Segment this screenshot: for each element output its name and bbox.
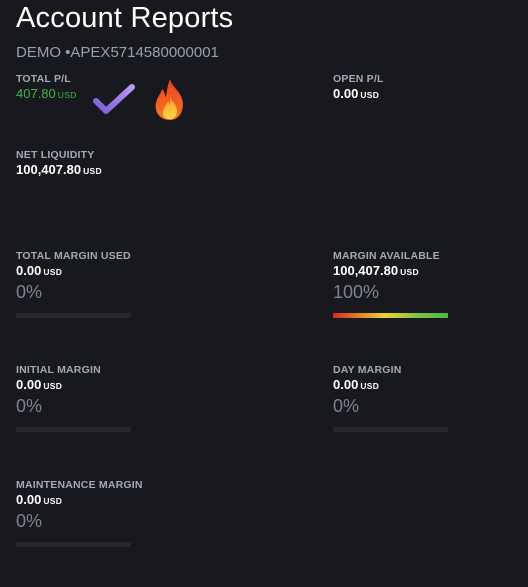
- open-pl-unit: USD: [360, 90, 380, 100]
- total-margin-used-unit: USD: [43, 267, 63, 277]
- initial-margin-metric: INITIAL MARGIN 0.00 USD 0%: [16, 364, 216, 432]
- day-margin-label: DAY MARGIN: [333, 364, 402, 376]
- initial-margin-percent: 0%: [16, 396, 43, 416]
- total-margin-used-label: TOTAL MARGIN USED: [16, 250, 131, 262]
- maintenance-margin-bar: [16, 542, 131, 547]
- page-title: Account Reports: [16, 2, 234, 34]
- total-pl-unit: USD: [57, 90, 77, 100]
- maintenance-margin-value: 0.00: [16, 492, 42, 507]
- day-margin-unit: USD: [360, 381, 380, 391]
- checkmark-icon: [93, 84, 135, 114]
- total-margin-used-bar: [16, 313, 131, 318]
- margin-available-percent: 100%: [333, 282, 380, 302]
- initial-margin-value-row: 0.00 USD: [16, 377, 216, 394]
- open-pl-value-row: 0.00 USD: [333, 86, 528, 103]
- initial-margin-value: 0.00: [16, 377, 42, 392]
- initial-margin-label: INITIAL MARGIN: [16, 364, 101, 376]
- fire-icon: [155, 79, 183, 120]
- account-id: DEMO •APEX5714580000001: [16, 44, 219, 61]
- maintenance-margin-unit: USD: [43, 496, 63, 506]
- margin-available-unit: USD: [400, 267, 419, 277]
- maintenance-margin-metric: MAINTENANCE MARGIN 0.00 USD 0%: [16, 479, 216, 547]
- total-margin-used-percent: 0%: [16, 282, 43, 302]
- margin-available-value: 100,407.80: [333, 263, 399, 278]
- total-pl-value: 407.80: [16, 86, 56, 101]
- margin-available-bar-fill: [333, 313, 448, 318]
- day-margin-bar: [333, 427, 448, 432]
- net-liquidity-value: 100,407.80: [16, 162, 82, 177]
- total-margin-used-value: 0.00: [16, 263, 42, 278]
- day-margin-value: 0.00: [333, 377, 359, 392]
- maintenance-margin-label: MAINTENANCE MARGIN: [16, 479, 143, 491]
- net-liquidity-value-row: 100,407.80 USD: [16, 162, 216, 179]
- total-margin-used-value-row: 0.00 USD: [16, 263, 216, 280]
- open-pl-metric: OPEN P/L 0.00 USD: [333, 73, 528, 103]
- margin-available-metric: MARGIN AVAILABLE 100,407.80 USD 100%: [333, 250, 528, 318]
- initial-margin-unit: USD: [43, 381, 63, 391]
- margin-available-value-row: 100,407.80 USD: [333, 263, 528, 280]
- open-pl-value: 0.00: [333, 86, 359, 101]
- margin-available-label: MARGIN AVAILABLE: [333, 250, 440, 262]
- net-liquidity-metric: NET LIQUIDITY 100,407.80 USD: [16, 149, 216, 179]
- open-pl-label: OPEN P/L: [333, 73, 384, 85]
- net-liquidity-label: NET LIQUIDITY: [16, 149, 95, 161]
- reaction-badges: [92, 76, 192, 126]
- maintenance-margin-percent: 0%: [16, 511, 43, 531]
- day-margin-value-row: 0.00 USD: [333, 377, 528, 394]
- day-margin-percent: 0%: [333, 396, 360, 416]
- margin-available-bar: [333, 313, 448, 318]
- net-liquidity-unit: USD: [83, 166, 102, 176]
- total-margin-used-metric: TOTAL MARGIN USED 0.00 USD 0%: [16, 250, 216, 318]
- initial-margin-bar: [16, 427, 131, 432]
- day-margin-metric: DAY MARGIN 0.00 USD 0%: [333, 364, 528, 432]
- maintenance-margin-value-row: 0.00 USD: [16, 492, 216, 509]
